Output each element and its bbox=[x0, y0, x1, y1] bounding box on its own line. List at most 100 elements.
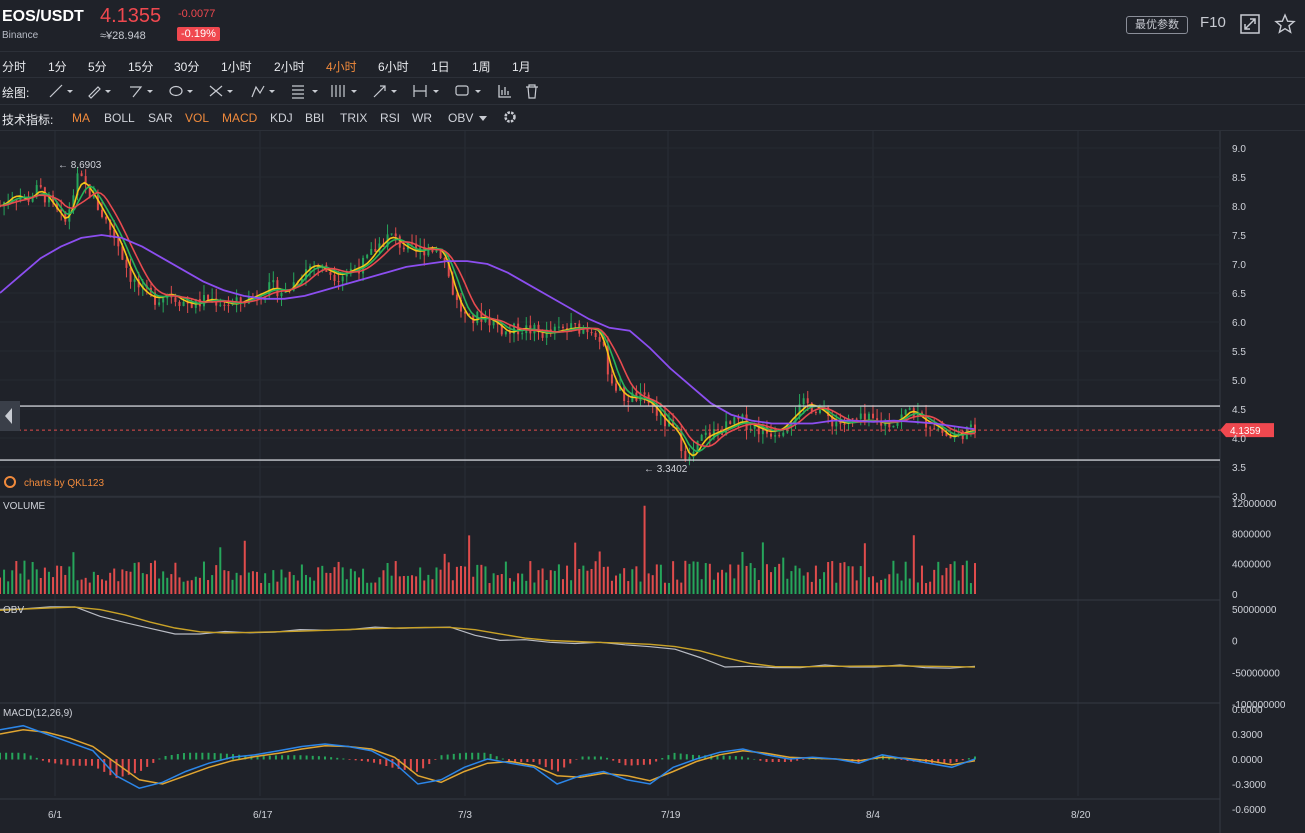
timeframe-tab[interactable]: 6小时 bbox=[378, 58, 409, 75]
volume-bar bbox=[757, 579, 760, 594]
volume-bar bbox=[174, 562, 177, 594]
volume-bar bbox=[27, 579, 30, 594]
volume-bar bbox=[704, 563, 707, 594]
indicator-sar[interactable]: SAR bbox=[148, 111, 173, 125]
more-indicators-icon[interactable] bbox=[478, 115, 488, 123]
volume-bar bbox=[492, 573, 495, 594]
horizontal-lines[interactable]: 4.1359 bbox=[0, 401, 1274, 461]
indicator-wr[interactable]: WR bbox=[412, 111, 432, 125]
pen-tool-icon[interactable] bbox=[86, 83, 114, 99]
best-params-button[interactable]: 最优参数 bbox=[1126, 16, 1188, 34]
indicator-obv[interactable]: OBV bbox=[448, 111, 473, 125]
indicator-macd[interactable]: MACD bbox=[222, 111, 257, 125]
volume-bar bbox=[317, 567, 320, 594]
star-icon[interactable] bbox=[1274, 13, 1296, 35]
macd-histogram-bar bbox=[563, 759, 566, 768]
kline-chart[interactable]: 4.1359 9.0 8.5 8.0 7.5 7.0 6.5 6.0 5.5 5.0 4.5 4.0… bbox=[0, 131, 1305, 833]
ellipse-tool-icon[interactable] bbox=[168, 83, 196, 99]
volume-bar bbox=[798, 568, 801, 594]
macd-histogram-bar bbox=[213, 753, 216, 760]
volume-bar bbox=[549, 570, 552, 594]
timeframe-tab[interactable]: 1月 bbox=[512, 58, 531, 75]
macd-histogram-bar bbox=[140, 759, 143, 771]
timeframe-tab[interactable]: 1分 bbox=[48, 58, 67, 75]
timeframe-tab[interactable]: 1小时 bbox=[221, 58, 252, 75]
volume-bar bbox=[582, 565, 585, 594]
trash-icon[interactable] bbox=[525, 83, 539, 99]
macd-histogram-bar bbox=[54, 759, 57, 764]
volume-bar bbox=[333, 567, 336, 594]
candle-body bbox=[876, 418, 879, 421]
volume-bar bbox=[268, 583, 271, 594]
bar-chart-icon[interactable] bbox=[497, 83, 513, 99]
fib-tool-icon[interactable] bbox=[290, 83, 322, 99]
volume-bar bbox=[741, 551, 744, 594]
arrow-tool-icon[interactable] bbox=[372, 83, 400, 99]
timeframe-tab-active[interactable]: 4小时 bbox=[326, 58, 357, 75]
volume-bar bbox=[390, 575, 393, 594]
gann-tool-icon[interactable] bbox=[330, 83, 360, 99]
obv-title: OBV bbox=[3, 605, 24, 616]
macd-histogram-bar bbox=[103, 759, 106, 772]
candle-body bbox=[227, 304, 230, 306]
f10-button[interactable]: F10 bbox=[1200, 14, 1226, 31]
indicator-rsi[interactable]: RSI bbox=[380, 111, 400, 125]
price-tick-label: 4.5 bbox=[1232, 405, 1246, 416]
indicator-vol[interactable]: VOL bbox=[185, 111, 209, 125]
macd-histogram-bar bbox=[777, 759, 780, 762]
line-tool-icon[interactable] bbox=[48, 83, 76, 99]
indicator-bbi[interactable]: BBI bbox=[305, 111, 324, 125]
candle-body bbox=[716, 429, 719, 431]
volume-bar bbox=[129, 571, 132, 594]
macd-histogram-bar bbox=[330, 757, 333, 760]
macd-histogram-bar bbox=[550, 759, 553, 770]
volume-bar bbox=[521, 573, 524, 594]
volume-bar bbox=[100, 579, 103, 594]
timeframe-tab[interactable]: 30分 bbox=[174, 58, 199, 75]
macd-histogram-bar bbox=[685, 754, 688, 760]
candle-body bbox=[770, 433, 773, 437]
candle-body bbox=[329, 271, 332, 275]
volume-bar bbox=[513, 581, 516, 594]
volume-bar bbox=[231, 579, 234, 594]
measure-tool-icon[interactable] bbox=[412, 83, 442, 99]
volume-bar bbox=[884, 578, 887, 594]
macd-histogram-bar bbox=[152, 759, 155, 763]
macd-histogram-bar bbox=[967, 758, 970, 760]
cross-tool-icon[interactable] bbox=[208, 83, 236, 99]
timeframe-tab[interactable]: 5分 bbox=[88, 58, 107, 75]
indicator-kdj[interactable]: KDJ bbox=[270, 111, 293, 125]
timeframe-tab[interactable]: 1日 bbox=[431, 58, 450, 75]
timeframe-tab[interactable]: 分时 bbox=[2, 58, 26, 75]
obv-tick-label: -50000000 bbox=[1232, 668, 1280, 679]
polyline-tool-icon[interactable] bbox=[128, 83, 156, 99]
volume-bar bbox=[933, 569, 936, 594]
candle-body bbox=[341, 276, 344, 282]
volume-bar bbox=[19, 573, 22, 594]
macd-histogram-bar bbox=[557, 759, 560, 772]
macd-dif-line bbox=[0, 724, 976, 789]
fullscreen-icon[interactable] bbox=[1239, 13, 1261, 35]
macd-histogram-bar bbox=[593, 756, 596, 760]
candle-body bbox=[223, 304, 226, 306]
volume-bar bbox=[162, 571, 165, 594]
indicator-ma[interactable]: MA bbox=[72, 111, 90, 125]
price-change-pct: -0.19% bbox=[177, 27, 220, 41]
volume-bar bbox=[47, 571, 50, 594]
timeframe-tab[interactable]: 2小时 bbox=[274, 58, 305, 75]
pattern-tool-icon[interactable] bbox=[250, 83, 278, 99]
candle-body bbox=[598, 337, 601, 342]
volume-bar bbox=[957, 580, 960, 594]
date-tick-label: 6/17 bbox=[253, 810, 273, 821]
candle-body bbox=[202, 294, 205, 307]
date-tick-label: 7/19 bbox=[661, 810, 681, 821]
volume-bar bbox=[276, 581, 279, 594]
macd-tick-label: -0.3000 bbox=[1232, 780, 1266, 791]
gear-icon[interactable] bbox=[502, 109, 518, 125]
timeframe-tab[interactable]: 15分 bbox=[128, 58, 153, 75]
indicator-boll[interactable]: BOLL bbox=[104, 111, 135, 125]
note-tool-icon[interactable] bbox=[454, 83, 484, 99]
timeframe-tab[interactable]: 1周 bbox=[472, 58, 491, 75]
volume-bar bbox=[357, 577, 360, 594]
indicator-trix[interactable]: TRIX bbox=[340, 111, 367, 125]
